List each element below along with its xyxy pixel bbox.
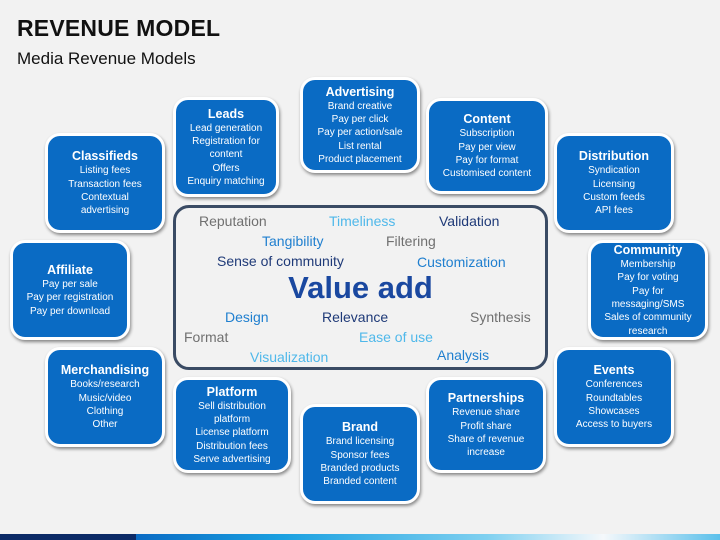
card-title: Community	[613, 243, 683, 258]
word-reputation: Reputation	[199, 213, 267, 229]
card-item: License platform	[195, 427, 269, 439]
card-title: Merchandising	[60, 363, 150, 378]
card-item: Lead generation	[189, 122, 263, 134]
card-content: Content Subscription Pay per view Pay fo…	[426, 98, 548, 194]
footer-bar-gradient	[136, 534, 720, 540]
card-item: Pay per view	[458, 141, 516, 153]
card-item: Distribution fees	[196, 440, 268, 452]
word-filtering: Filtering	[386, 233, 436, 249]
card-item: Profit share	[460, 420, 512, 432]
card-item: Transaction fees	[68, 178, 142, 190]
word-visualization: Visualization	[250, 349, 329, 365]
card-community: Community Membership Pay for voting Pay …	[588, 240, 708, 340]
card-item: Subscription	[459, 128, 515, 140]
card-item: Registration for	[192, 136, 260, 148]
card-brand: Brand Brand licensing Sponsor fees Brand…	[300, 404, 420, 504]
card-title: Distribution	[578, 149, 650, 164]
card-title: Leads	[207, 106, 245, 121]
card-item: Branded products	[320, 463, 400, 474]
card-title: Affiliate	[47, 263, 93, 278]
word-customization: Customization	[417, 254, 506, 270]
card-item: Brand creative	[327, 100, 393, 112]
card-advertising: Advertising Brand creative Pay per click…	[300, 77, 420, 173]
word-design: Design	[225, 309, 269, 325]
card-item: Pay per registration	[26, 292, 114, 304]
card-item: Pay for voting	[617, 272, 679, 284]
card-item: Sales of community	[604, 312, 692, 324]
card-events: Events Conferences Roundtables Showcases…	[554, 347, 674, 447]
card-item: Access to buyers	[575, 419, 653, 431]
card-classifieds: Classifieds Listing fees Transaction fee…	[45, 133, 165, 233]
card-title: Classifieds	[71, 149, 138, 164]
value-add-box: Reputation Timeliness Validation Tangibi…	[173, 205, 548, 370]
word-analysis: Analysis	[437, 347, 490, 363]
card-title: Content	[463, 112, 511, 127]
card-item: Revenue share	[452, 407, 520, 419]
card-item: Music/video	[78, 392, 132, 404]
word-format: Format	[184, 329, 229, 345]
card-merchandising: Merchandising Books/research Music/video…	[45, 347, 165, 447]
word-ease-of-use: Ease of use	[359, 329, 433, 345]
card-title: Advertising	[325, 84, 395, 99]
word-tangibility: Tangibility	[262, 233, 324, 249]
card-item: Books/research	[70, 379, 140, 391]
card-item: platform	[213, 414, 251, 426]
card-item: Share of revenue	[447, 434, 525, 445]
card-item: Pay per click	[331, 114, 389, 126]
card-title: Events	[593, 363, 635, 378]
card-item: Enquiry matching	[187, 175, 265, 187]
card-item: Custom feeds	[583, 192, 645, 203]
card-item: API fees	[595, 205, 633, 217]
card-item: Roundtables	[585, 392, 643, 404]
card-item: Clothing	[86, 406, 124, 417]
card-item: Branded content	[323, 476, 397, 488]
card-affiliate: Affiliate Pay per sale Pay per registrat…	[10, 240, 130, 340]
card-title: Platform	[206, 384, 258, 399]
card-item: Pay per download	[29, 305, 111, 317]
card-item: Offers	[212, 162, 240, 174]
card-partnerships: Partnerships Revenue share Profit share …	[426, 377, 546, 473]
footer-color-bar	[0, 534, 720, 540]
card-item: Brand licensing	[325, 436, 395, 448]
card-leads: Leads Lead generation Registration for c…	[173, 97, 279, 197]
card-item: messaging/SMS	[611, 299, 685, 310]
word-sense-of-community: Sense of community	[217, 253, 344, 269]
card-item: Pay for format	[455, 155, 519, 166]
card-item: Product placement	[318, 153, 402, 165]
card-item: Licensing	[592, 178, 636, 190]
page-title: REVENUE MODEL	[17, 15, 221, 41]
card-item: Serve advertising	[193, 453, 271, 465]
card-item: Conferences	[585, 379, 643, 391]
card-item: Sponsor fees	[330, 449, 390, 461]
page-subtitle: Media Revenue Models	[17, 49, 196, 68]
card-item: Contextual	[81, 192, 129, 203]
card-item: Syndication	[588, 165, 640, 177]
card-title: Partnerships	[447, 391, 525, 406]
card-item: Sell distribution	[198, 400, 266, 412]
card-item: Pay for	[632, 285, 664, 297]
card-item: content	[209, 149, 243, 161]
card-item: research	[628, 325, 668, 337]
card-item: List rental	[338, 140, 382, 152]
word-relevance: Relevance	[322, 309, 389, 325]
value-add-heading: Value add	[288, 270, 433, 305]
card-platform: Platform Sell distribution platform Lice…	[173, 377, 291, 473]
card-item: Listing fees	[79, 165, 131, 177]
word-timeliness: Timeliness	[329, 213, 396, 229]
card-item: Showcases	[588, 406, 640, 417]
card-item: Membership	[620, 259, 676, 271]
word-validation: Validation	[439, 213, 500, 229]
card-distribution: Distribution Syndication Licensing Custo…	[554, 133, 674, 233]
card-item: increase	[467, 447, 505, 459]
footer-bar-dark	[0, 534, 136, 540]
card-item: Other	[92, 419, 118, 431]
word-synthesis: Synthesis	[470, 309, 531, 325]
card-item: Customised content	[442, 168, 532, 180]
card-title: Brand	[341, 420, 379, 435]
card-item: advertising	[80, 205, 130, 217]
card-item: Pay per action/sale	[317, 127, 403, 139]
card-item: Pay per sale	[42, 279, 98, 291]
